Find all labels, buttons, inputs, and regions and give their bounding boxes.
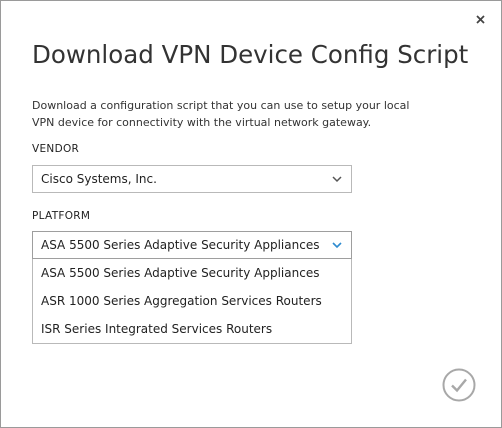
platform-selected-value: ASA 5500 Series Adaptive Security Applia… [41, 238, 320, 252]
vendor-label: VENDOR [32, 143, 80, 155]
close-icon [476, 15, 485, 24]
close-button[interactable] [473, 12, 489, 28]
download-config-dialog: Download VPN Device Config Script Downlo… [0, 0, 502, 428]
chevron-down-icon [332, 242, 342, 249]
chevron-down-icon [332, 176, 342, 183]
vendor-selected-value: Cisco Systems, Inc. [41, 172, 157, 186]
platform-option-asr[interactable]: ASR 1000 Series Aggregation Services Rou… [33, 287, 351, 315]
platform-label: PLATFORM [32, 210, 91, 222]
checkmark-circle-icon [442, 368, 476, 402]
dialog-title: Download VPN Device Config Script [32, 40, 469, 69]
platform-option-isr[interactable]: ISR Series Integrated Services Routers [33, 315, 351, 343]
dialog-description: Download a configuration script that you… [32, 99, 410, 129]
platform-select[interactable]: ASA 5500 Series Adaptive Security Applia… [32, 231, 352, 259]
platform-dropdown-list: ASA 5500 Series Adaptive Security Applia… [32, 259, 352, 344]
complete-button[interactable] [442, 368, 476, 402]
vendor-select[interactable]: Cisco Systems, Inc. [32, 165, 352, 193]
platform-option-asa[interactable]: ASA 5500 Series Adaptive Security Applia… [33, 259, 351, 287]
